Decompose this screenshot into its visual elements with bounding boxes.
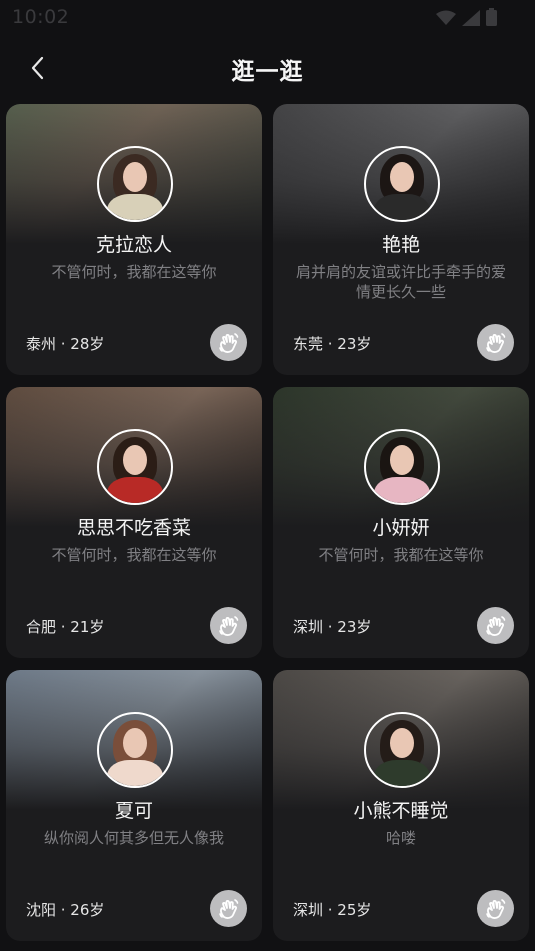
status-bar: 10:02	[0, 0, 535, 36]
avatar[interactable]	[97, 146, 173, 222]
profile-card-6[interactable]: 小熊不睡觉 哈喽 深圳 · 25岁	[273, 670, 529, 941]
avatar-body	[374, 194, 430, 220]
avatar-body	[107, 194, 163, 220]
wave-hand-icon	[218, 898, 238, 919]
profile-name: 克拉恋人	[95, 234, 172, 256]
avatar-face	[123, 445, 147, 475]
avatar-face	[390, 445, 414, 475]
wave-button[interactable]	[477, 890, 514, 927]
wave-hand-icon	[218, 332, 238, 353]
avatar-face	[123, 728, 147, 758]
wave-button[interactable]	[210, 607, 247, 644]
avatar-face	[390, 728, 414, 758]
profile-card-3[interactable]: 思思不吃香菜 不管何时，我都在这等你 合肥 · 21岁	[6, 387, 262, 658]
avatar-body	[374, 477, 430, 503]
profile-card-5[interactable]: 夏可 纵你阅人何其多但无人像我 沈阳 · 26岁	[6, 670, 262, 941]
page-title: 逛一逛	[231, 59, 304, 85]
profile-card-4[interactable]: 小妍妍 不管何时，我都在这等你 深圳 · 23岁	[273, 387, 529, 658]
wave-button[interactable]	[210, 890, 247, 927]
avatar-body	[374, 760, 430, 786]
profile-name: 艳艳	[381, 234, 420, 256]
signal-icon	[462, 10, 480, 26]
avatar-body	[107, 477, 163, 503]
profile-location-age: 东莞 · 23岁	[293, 335, 372, 353]
profile-location-age: 泰州 · 28岁	[26, 335, 105, 353]
header: 逛一逛	[0, 36, 535, 100]
app-screen: 10:02 逛一逛 克拉恋人 不管何时，我都在这等你 泰州 · 28岁 艳艳 肩…	[0, 0, 535, 951]
avatar[interactable]	[97, 712, 173, 788]
profile-name: 夏可	[114, 800, 153, 822]
status-time: 10:02	[12, 6, 70, 28]
profile-location-age: 深圳 · 23岁	[293, 618, 372, 636]
avatar-body	[107, 760, 163, 786]
profile-name: 小妍妍	[372, 517, 430, 539]
profile-location-age: 合肥 · 21岁	[26, 618, 105, 636]
battery-icon	[486, 8, 497, 26]
wave-button[interactable]	[210, 324, 247, 361]
profile-card-2[interactable]: 艳艳 肩并肩的友谊或许比手牵手的爱情更长久一些 东莞 · 23岁	[273, 104, 529, 375]
profile-bio: 不管何时，我都在这等你	[318, 546, 484, 564]
profile-location-age: 深圳 · 25岁	[293, 901, 372, 919]
avatar[interactable]	[364, 429, 440, 505]
wave-hand-icon	[485, 332, 505, 353]
avatar-face	[123, 162, 147, 192]
profile-grid: 克拉恋人 不管何时，我都在这等你 泰州 · 28岁 艳艳 肩并肩的友谊或许比手牵…	[6, 104, 529, 941]
profile-bio: 不管何时，我都在这等你	[51, 546, 217, 564]
profile-bio: 纵你阅人何其多但无人像我	[43, 829, 224, 847]
avatar[interactable]	[97, 429, 173, 505]
profile-location-age: 沈阳 · 26岁	[26, 901, 105, 919]
profile-name: 思思不吃香菜	[76, 517, 191, 539]
status-icons	[436, 8, 497, 26]
wifi-icon	[436, 10, 456, 25]
wave-hand-icon	[485, 898, 505, 919]
wave-button[interactable]	[477, 324, 514, 361]
avatar[interactable]	[364, 712, 440, 788]
wave-hand-icon	[218, 615, 238, 636]
profile-name: 小熊不睡觉	[353, 800, 449, 822]
profile-card-1[interactable]: 克拉恋人 不管何时，我都在这等你 泰州 · 28岁	[6, 104, 262, 375]
wave-hand-icon	[485, 615, 505, 636]
profile-bio: 哈喽	[385, 829, 416, 847]
profile-bio: 肩并肩的友谊或许比手牵手的爱情更长久一些	[295, 263, 506, 301]
avatar[interactable]	[364, 146, 440, 222]
profile-bio: 不管何时，我都在这等你	[51, 263, 217, 281]
avatar-face	[390, 162, 414, 192]
wave-button[interactable]	[477, 607, 514, 644]
